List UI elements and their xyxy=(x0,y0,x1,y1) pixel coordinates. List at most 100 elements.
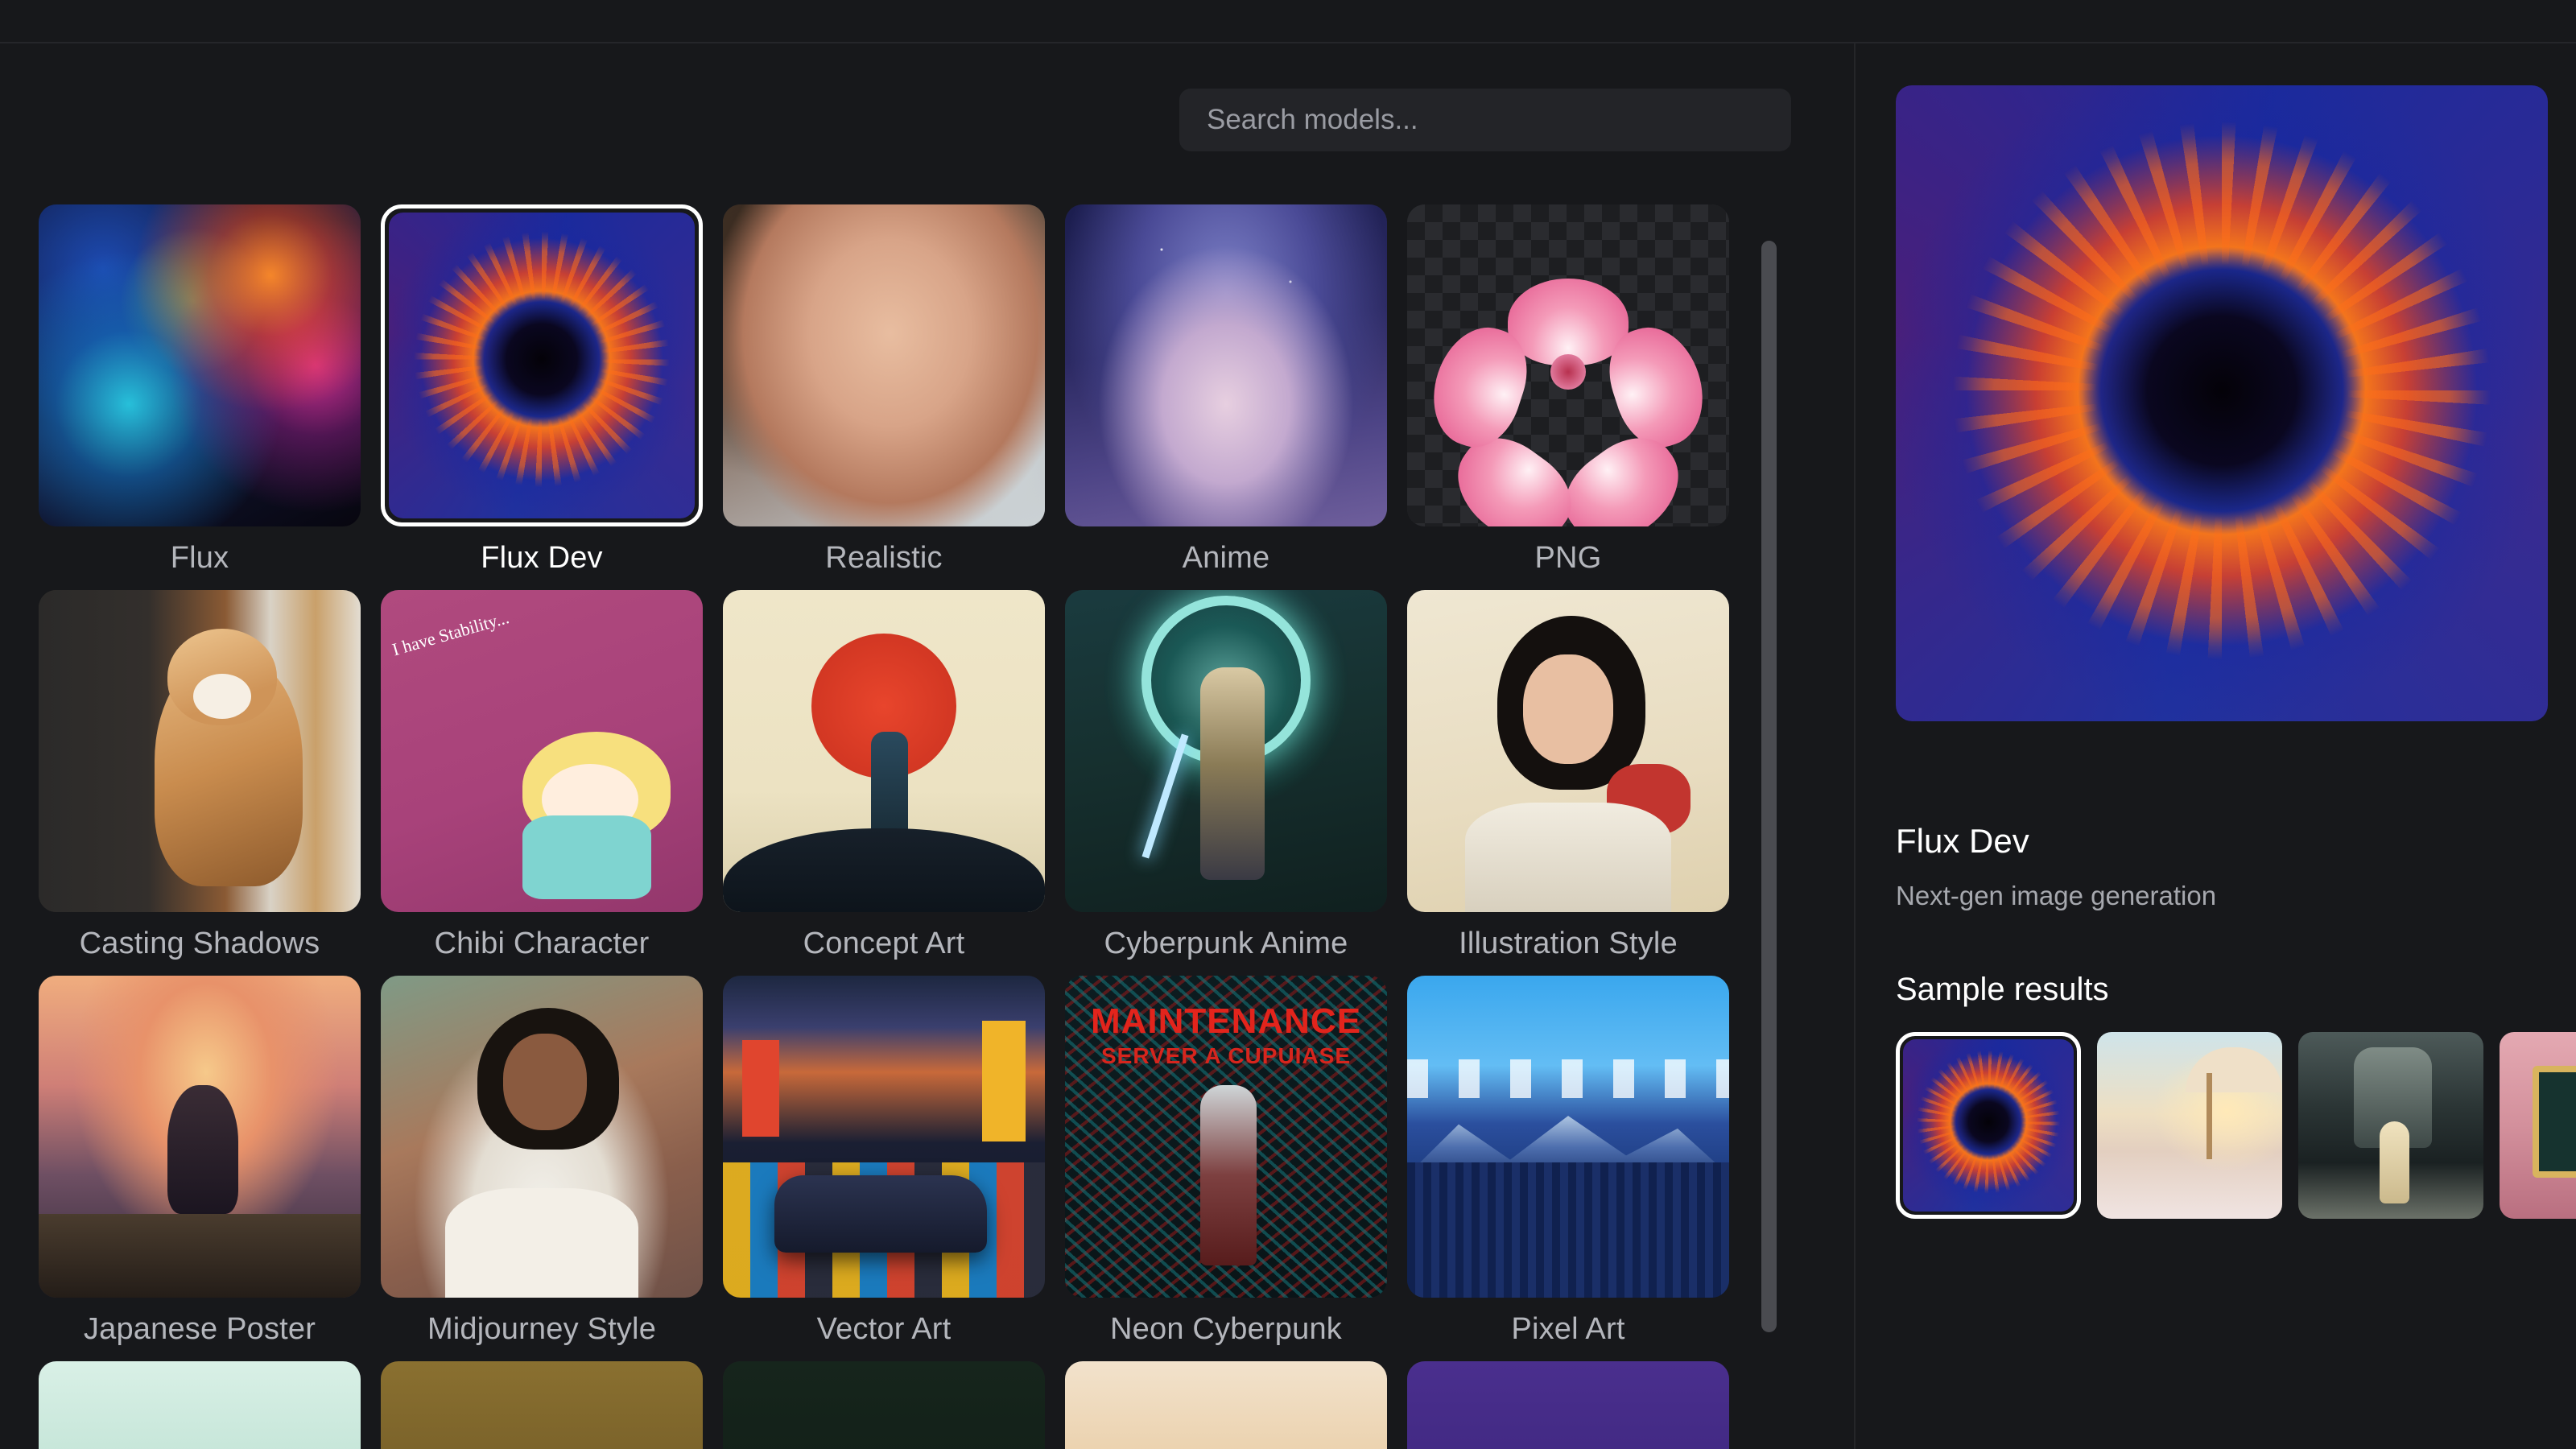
midjourney-art-icon xyxy=(381,976,703,1298)
couple-silhouette xyxy=(167,1085,238,1214)
flux-burst-art-icon xyxy=(1903,1039,2074,1212)
model-card-pixel-art[interactable]: Pixel Art xyxy=(1407,976,1729,1347)
beach-scene-art-icon xyxy=(2097,1032,2282,1219)
model-browser-panel: Flux Flux Dev Realistic xyxy=(0,43,1854,1449)
model-card-row4-3[interactable] xyxy=(723,1361,1045,1449)
model-thumbnail xyxy=(723,976,1045,1298)
model-card-midjourney-style[interactable]: Midjourney Style xyxy=(381,976,703,1347)
model-thumbnail xyxy=(723,590,1045,912)
model-thumbnail xyxy=(1065,204,1387,526)
sample-thumbnail-4[interactable] xyxy=(2500,1032,2576,1219)
model-card-casting-shadows[interactable]: Casting Shadows xyxy=(39,590,361,961)
woman-figure xyxy=(2380,1121,2409,1204)
petal-shape xyxy=(1508,279,1629,365)
pixel-forest xyxy=(1407,1162,1729,1298)
interior-scene-art-icon xyxy=(2500,1032,2576,1219)
model-thumbnail xyxy=(1065,1361,1387,1449)
model-thumbnail xyxy=(381,1361,703,1449)
cyberpunk-anime-art-icon xyxy=(1065,590,1387,912)
model-card-chibi-character[interactable]: I have Stability... Chibi Character xyxy=(381,590,703,961)
model-card-neon-cyberpunk[interactable]: MAINTENANCE SERVER A CUPUIASE Neon Cyber… xyxy=(1065,976,1387,1347)
partial-art-icon xyxy=(1407,1361,1729,1449)
model-card-label: Concept Art xyxy=(803,927,965,960)
selection-ring xyxy=(381,204,703,526)
search-input[interactable] xyxy=(1179,89,1791,151)
model-card-flux[interactable]: Flux xyxy=(39,204,361,576)
transparency-checker-icon xyxy=(1407,204,1729,526)
model-thumbnail xyxy=(39,204,361,526)
model-picker-screen: Flux Flux Dev Realistic xyxy=(0,0,2576,1449)
model-card-label: Pixel Art xyxy=(1511,1312,1625,1346)
sample-thumbnail-3[interactable] xyxy=(2298,1032,2483,1219)
model-card-label: PNG xyxy=(1534,541,1602,575)
model-card-label: Realistic xyxy=(825,541,943,575)
street-sign xyxy=(742,1040,779,1137)
grid-scrollbar-thumb[interactable] xyxy=(1761,241,1777,1332)
chibi-art-icon: I have Stability... xyxy=(381,590,703,912)
sports-car-shape xyxy=(774,1175,987,1253)
sample-results-list xyxy=(1896,1032,2576,1229)
portrait-art-icon xyxy=(723,204,1045,526)
model-card-vector-art[interactable]: Vector Art xyxy=(723,976,1045,1347)
model-card-japanese-poster[interactable]: Japanese Poster xyxy=(39,976,361,1347)
flower-center xyxy=(1550,354,1586,390)
model-card-label: Illustration Style xyxy=(1459,927,1678,960)
vector-art-icon xyxy=(723,976,1045,1298)
model-card-anime[interactable]: Anime xyxy=(1065,204,1387,576)
poster-title-text: MAINTENANCE xyxy=(1090,1001,1362,1041)
partial-art-icon xyxy=(39,1361,361,1449)
mid-shirt xyxy=(445,1188,638,1298)
model-card-cyberpunk-anime[interactable]: Cyberpunk Anime xyxy=(1065,590,1387,961)
concept-art-icon xyxy=(723,590,1045,912)
beach-umbrella xyxy=(2186,1046,2282,1092)
pixel-clouds xyxy=(1407,1059,1729,1098)
model-thumbnail xyxy=(39,976,361,1298)
poster-subtitle-text: SERVER A CUPUIASE xyxy=(1100,1043,1352,1068)
smoke-art-icon xyxy=(39,204,361,526)
neon-cyberpunk-art-icon: MAINTENANCE SERVER A CUPUIASE xyxy=(1065,976,1387,1298)
model-card-realistic[interactable]: Realistic xyxy=(723,204,1045,576)
model-grid: Flux Flux Dev Realistic Anime PNG Castin… xyxy=(39,204,1753,1449)
model-card-concept-art[interactable]: Concept Art xyxy=(723,590,1045,961)
sample-thumbnail-1[interactable] xyxy=(1896,1032,2081,1219)
model-card-row4-5[interactable] xyxy=(1407,1361,1729,1449)
model-card-row4-2[interactable] xyxy=(381,1361,703,1449)
model-card-label: Neon Cyberpunk xyxy=(1110,1312,1342,1346)
illus-coat xyxy=(1465,803,1671,912)
detail-subtitle: Next-gen image generation xyxy=(1896,881,2217,910)
search-row xyxy=(0,43,1854,172)
lightsaber-shape xyxy=(1141,733,1189,859)
sample-thumbnail-2[interactable] xyxy=(2097,1032,2282,1219)
model-card-label: Japanese Poster xyxy=(83,1312,316,1346)
partial-art-icon xyxy=(381,1361,703,1449)
model-thumbnail: I have Stability... xyxy=(381,590,703,912)
model-card-png[interactable]: PNG xyxy=(1407,204,1729,576)
model-card-label: Casting Shadows xyxy=(79,927,320,960)
model-card-flux-dev[interactable]: Flux Dev xyxy=(381,204,703,576)
model-thumbnail xyxy=(1065,590,1387,912)
model-preview-image xyxy=(1896,85,2548,721)
model-card-label: Cyberpunk Anime xyxy=(1104,927,1348,960)
mid-face xyxy=(503,1034,587,1130)
model-detail-panel: Flux Dev Next-gen image generation Sampl… xyxy=(1856,43,2576,1449)
model-card-row4-1[interactable] xyxy=(39,1361,361,1449)
model-thumbnail xyxy=(723,204,1045,526)
pixel-art-icon xyxy=(1407,976,1729,1298)
model-thumbnail xyxy=(381,976,703,1298)
picture-frame xyxy=(2533,1065,2576,1178)
flux-burst-art-icon xyxy=(1896,85,2548,721)
detail-title: Flux Dev xyxy=(1896,822,2029,860)
model-card-illustration-style[interactable]: Illustration Style xyxy=(1407,590,1729,961)
illustration-art-icon xyxy=(1407,590,1729,912)
model-card-row4-4[interactable] xyxy=(1065,1361,1387,1449)
flux-burst-art-icon xyxy=(389,213,695,518)
model-thumbnail xyxy=(1407,204,1729,526)
umbrella-pole xyxy=(2206,1073,2212,1159)
top-strip xyxy=(0,0,2576,42)
anime-art-icon xyxy=(1065,204,1387,526)
model-card-label: Chibi Character xyxy=(434,927,650,960)
model-card-label: Midjourney Style xyxy=(427,1312,657,1346)
model-card-label: Flux Dev xyxy=(481,541,603,575)
partial-art-icon xyxy=(723,1361,1045,1449)
model-thumbnail xyxy=(1407,1361,1729,1449)
